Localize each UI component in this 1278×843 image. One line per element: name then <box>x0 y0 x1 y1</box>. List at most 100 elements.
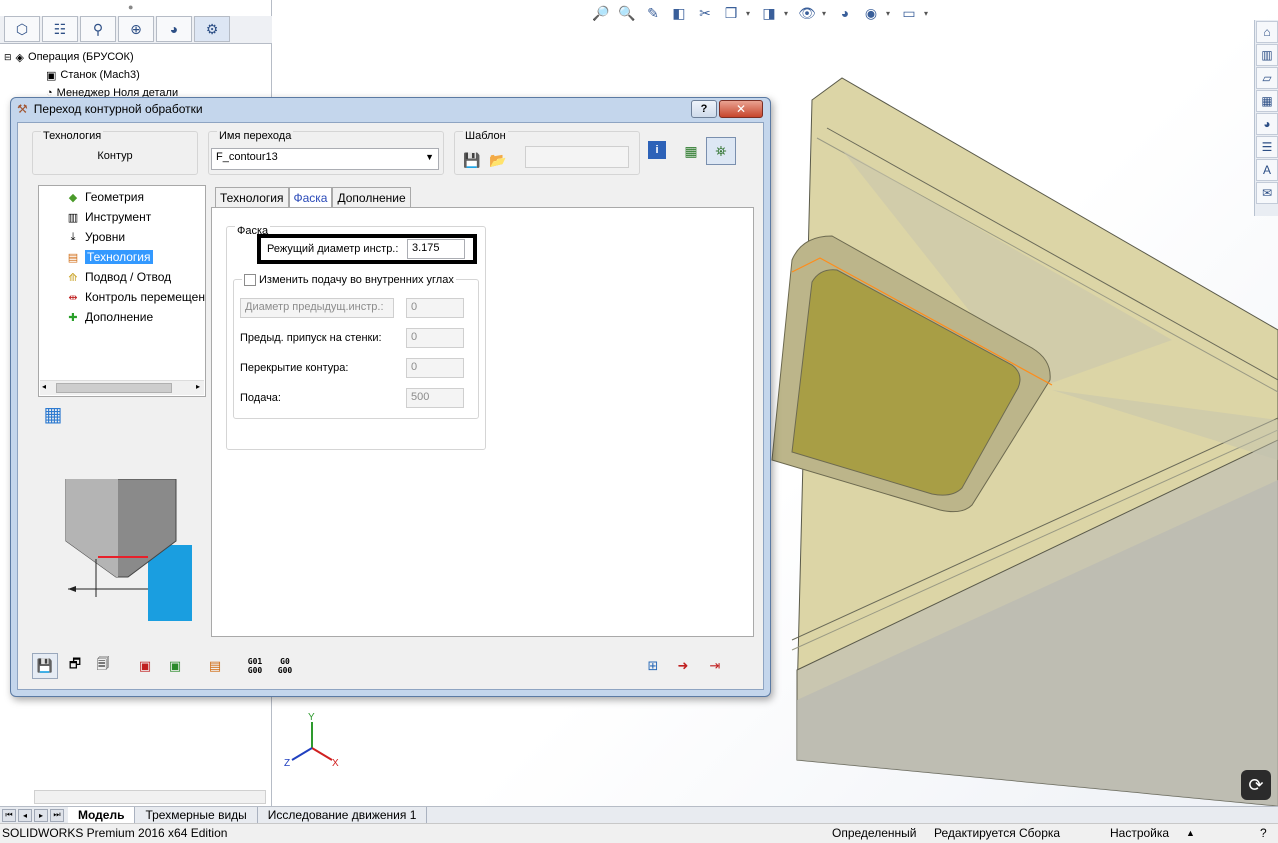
scroll-thumb[interactable] <box>56 383 172 393</box>
info-icon[interactable]: i <box>648 141 666 159</box>
chevron-down-icon[interactable]: ▾ <box>924 9 932 18</box>
tab-model[interactable]: Модель <box>68 807 136 823</box>
tab-property-manager[interactable]: ☷ <box>42 16 78 42</box>
tree-item-motion-control[interactable]: ⇹ Контроль перемещен <box>65 288 205 306</box>
previous-view-icon[interactable]: ✎ <box>642 3 664 23</box>
help-button[interactable]: ? <box>691 100 717 118</box>
calculate-icon[interactable]: ▣ <box>132 653 158 679</box>
close-button[interactable]: ✕ <box>719 100 763 118</box>
tree-item-approach-retract[interactable]: ⟰ Подвод / Отвод <box>65 268 171 286</box>
view-settings-icon[interactable]: ▭ <box>898 3 920 23</box>
tab-3d-views[interactable]: Трехмерные виды <box>135 807 258 823</box>
open-template-icon[interactable]: 📂 <box>485 148 511 172</box>
step-name-group: Имя перехода F_contour13 ▼ <box>208 130 444 175</box>
forum-icon[interactable]: ✉ <box>1256 182 1278 204</box>
chevron-down-icon[interactable]: ▾ <box>746 9 754 18</box>
tab-feature-tree[interactable]: ⬡ <box>4 16 40 42</box>
apply-scene-icon[interactable]: ◉ <box>860 3 882 23</box>
axis-triad: Y X Z <box>284 712 339 769</box>
chevron-down-icon[interactable]: ▾ <box>784 9 792 18</box>
exit-icon[interactable]: ⇥ <box>702 653 728 679</box>
dialog-titlebar[interactable]: ⚒ Переход контурной обработки <box>17 102 203 116</box>
hide-show-icon[interactable]: 👁 <box>796 3 818 23</box>
chevron-down-icon[interactable]: ▾ <box>886 9 894 18</box>
tab-technology[interactable]: Технология <box>215 187 289 207</box>
technology-icon: ▤ <box>67 251 79 264</box>
prev-tab-icon[interactable]: ◂ <box>18 808 32 822</box>
tool-library-icon[interactable]: ▦ <box>678 139 704 163</box>
next-tab-icon[interactable]: ▸ <box>34 808 48 822</box>
heads-up-toolbar: 🔎 🔍 ✎ ◧ ✂ ❒ ▾ ◨ ▾ 👁 ▾ ◕ ◉ ▾ ▭ ▾ <box>590 2 932 24</box>
tab-cam-manager[interactable]: ⚙ <box>194 16 230 42</box>
tree-item-levels[interactable]: ⤓ Уровни <box>65 228 126 246</box>
add-step-icon[interactable]: ⊞ <box>640 653 666 679</box>
scroll-left-icon[interactable]: ◂ <box>42 382 46 391</box>
tab-motion-study[interactable]: Исследование движения 1 <box>258 807 428 823</box>
chamfer-tool-preview <box>65 479 192 621</box>
view-orientation-icon[interactable]: ❒ <box>720 3 742 23</box>
technology-stack-icon[interactable]: ▤ <box>202 653 228 679</box>
design-library-icon[interactable]: ▥ <box>1256 44 1278 66</box>
edit-appearance-icon[interactable]: ◕ <box>834 3 856 23</box>
chevron-down-icon[interactable]: ▾ <box>822 9 830 18</box>
zoom-to-area-icon[interactable]: 🔍 <box>616 3 638 23</box>
save-as-icon[interactable]: 🗗 <box>62 653 88 679</box>
tree-item-operation[interactable]: ⊟ ◈ Операция (БРУСОК) <box>4 48 270 66</box>
contour-step-dialog: ⚒ Переход контурной обработки ? ✕ Технол… <box>10 97 771 697</box>
prev-diameter-input[interactable]: 0 <box>406 298 464 318</box>
custom-properties-icon[interactable]: ☰ <box>1256 136 1278 158</box>
tree-item-tool[interactable]: ▥ Инструмент <box>65 208 151 226</box>
save-icon[interactable]: 💾 <box>32 653 58 679</box>
step-name-select[interactable]: F_contour13 ▼ <box>211 148 439 170</box>
scroll-right-icon[interactable]: ▸ <box>196 382 200 391</box>
zoom-to-fit-icon[interactable]: 🔎 <box>590 3 612 23</box>
section-view-icon[interactable]: ◧ <box>668 3 690 23</box>
chevron-down-icon: ▼ <box>425 152 434 162</box>
panel-grip-icon[interactable]: ● <box>128 2 133 12</box>
wall-allowance-input[interactable]: 0 <box>406 328 464 348</box>
tree-item-extras[interactable]: ✚ Дополнение <box>65 308 153 326</box>
save-all-icon[interactable]: 🗐 <box>90 653 116 679</box>
tree-item-machine[interactable]: ▣ Станок (Mach3) <box>4 66 270 84</box>
tree-horizontal-scrollbar[interactable]: ◂ ▸ <box>40 380 204 395</box>
dynamic-annotation-icon[interactable]: ✂ <box>694 3 716 23</box>
tab-configuration-manager[interactable]: ⚲ <box>80 16 116 42</box>
last-tab-icon[interactable]: ⏭ <box>50 808 64 822</box>
feed-input[interactable]: 500 <box>406 388 464 408</box>
status-settings[interactable]: Настройка <box>1110 826 1169 840</box>
tab-dimxpert[interactable]: ⊕ <box>118 16 154 42</box>
calculate-add-icon[interactable]: ▣ <box>162 653 188 679</box>
tab-display-manager[interactable]: ◕ <box>156 16 192 42</box>
cam-tree: ⊟ ◈ Операция (БРУСОК) ▣ Станок (Mach3) ◔… <box>4 48 270 102</box>
cutting-diameter-input[interactable]: 3.175 <box>407 239 465 259</box>
template-field[interactable] <box>525 146 629 168</box>
operation-icon: ◈ <box>15 51 25 64</box>
prev-diameter-button[interactable]: Диаметр предыдущ.инстр.: <box>240 298 394 318</box>
display-style-icon[interactable]: ◨ <box>758 3 780 23</box>
refresh-icon[interactable]: ⟳ <box>1241 770 1271 800</box>
chevron-up-icon[interactable]: ▲ <box>1186 828 1195 838</box>
home-icon[interactable]: ⌂ <box>1256 21 1278 43</box>
tab-extras[interactable]: Дополнение <box>332 187 411 207</box>
text-tool-icon[interactable]: A <box>1256 159 1278 181</box>
contour-overlap-input[interactable]: 0 <box>406 358 464 378</box>
first-tab-icon[interactable]: ⏮ <box>2 808 16 822</box>
appearances-icon[interactable]: ◕ <box>1256 113 1278 135</box>
collapse-icon[interactable]: ⊟ <box>4 52 12 63</box>
view-palette-icon[interactable]: ▦ <box>1256 90 1278 112</box>
tab-chamfer[interactable]: Фаска <box>288 187 333 207</box>
gcode-g0-button[interactable]: G0 G00 <box>272 653 298 679</box>
horizontal-scrollbar[interactable] <box>34 790 266 804</box>
file-explorer-icon[interactable]: ▱ <box>1256 67 1278 89</box>
gcode-g01-button[interactable]: G01 G00 <box>242 653 268 679</box>
save-template-icon[interactable]: 💾 <box>459 148 485 172</box>
view-mode-icon[interactable]: ▦ <box>40 401 66 427</box>
step-settings-tree: ◆ Геометрия ▥ Инструмент ⤓ Уровни ▤ Технолог… <box>38 185 206 397</box>
apply-icon[interactable]: ➜ <box>670 653 696 679</box>
simulate-icon[interactable]: ⛯ <box>706 137 736 165</box>
tree-item-technology[interactable]: ▤ Технология <box>65 248 153 266</box>
help-icon[interactable]: ? <box>1260 826 1267 840</box>
inner-corner-checkbox[interactable] <box>244 274 256 286</box>
step-tabs: Технология Фаска Дополнение <box>215 187 411 207</box>
tree-item-geometry[interactable]: ◆ Геометрия <box>65 188 144 206</box>
